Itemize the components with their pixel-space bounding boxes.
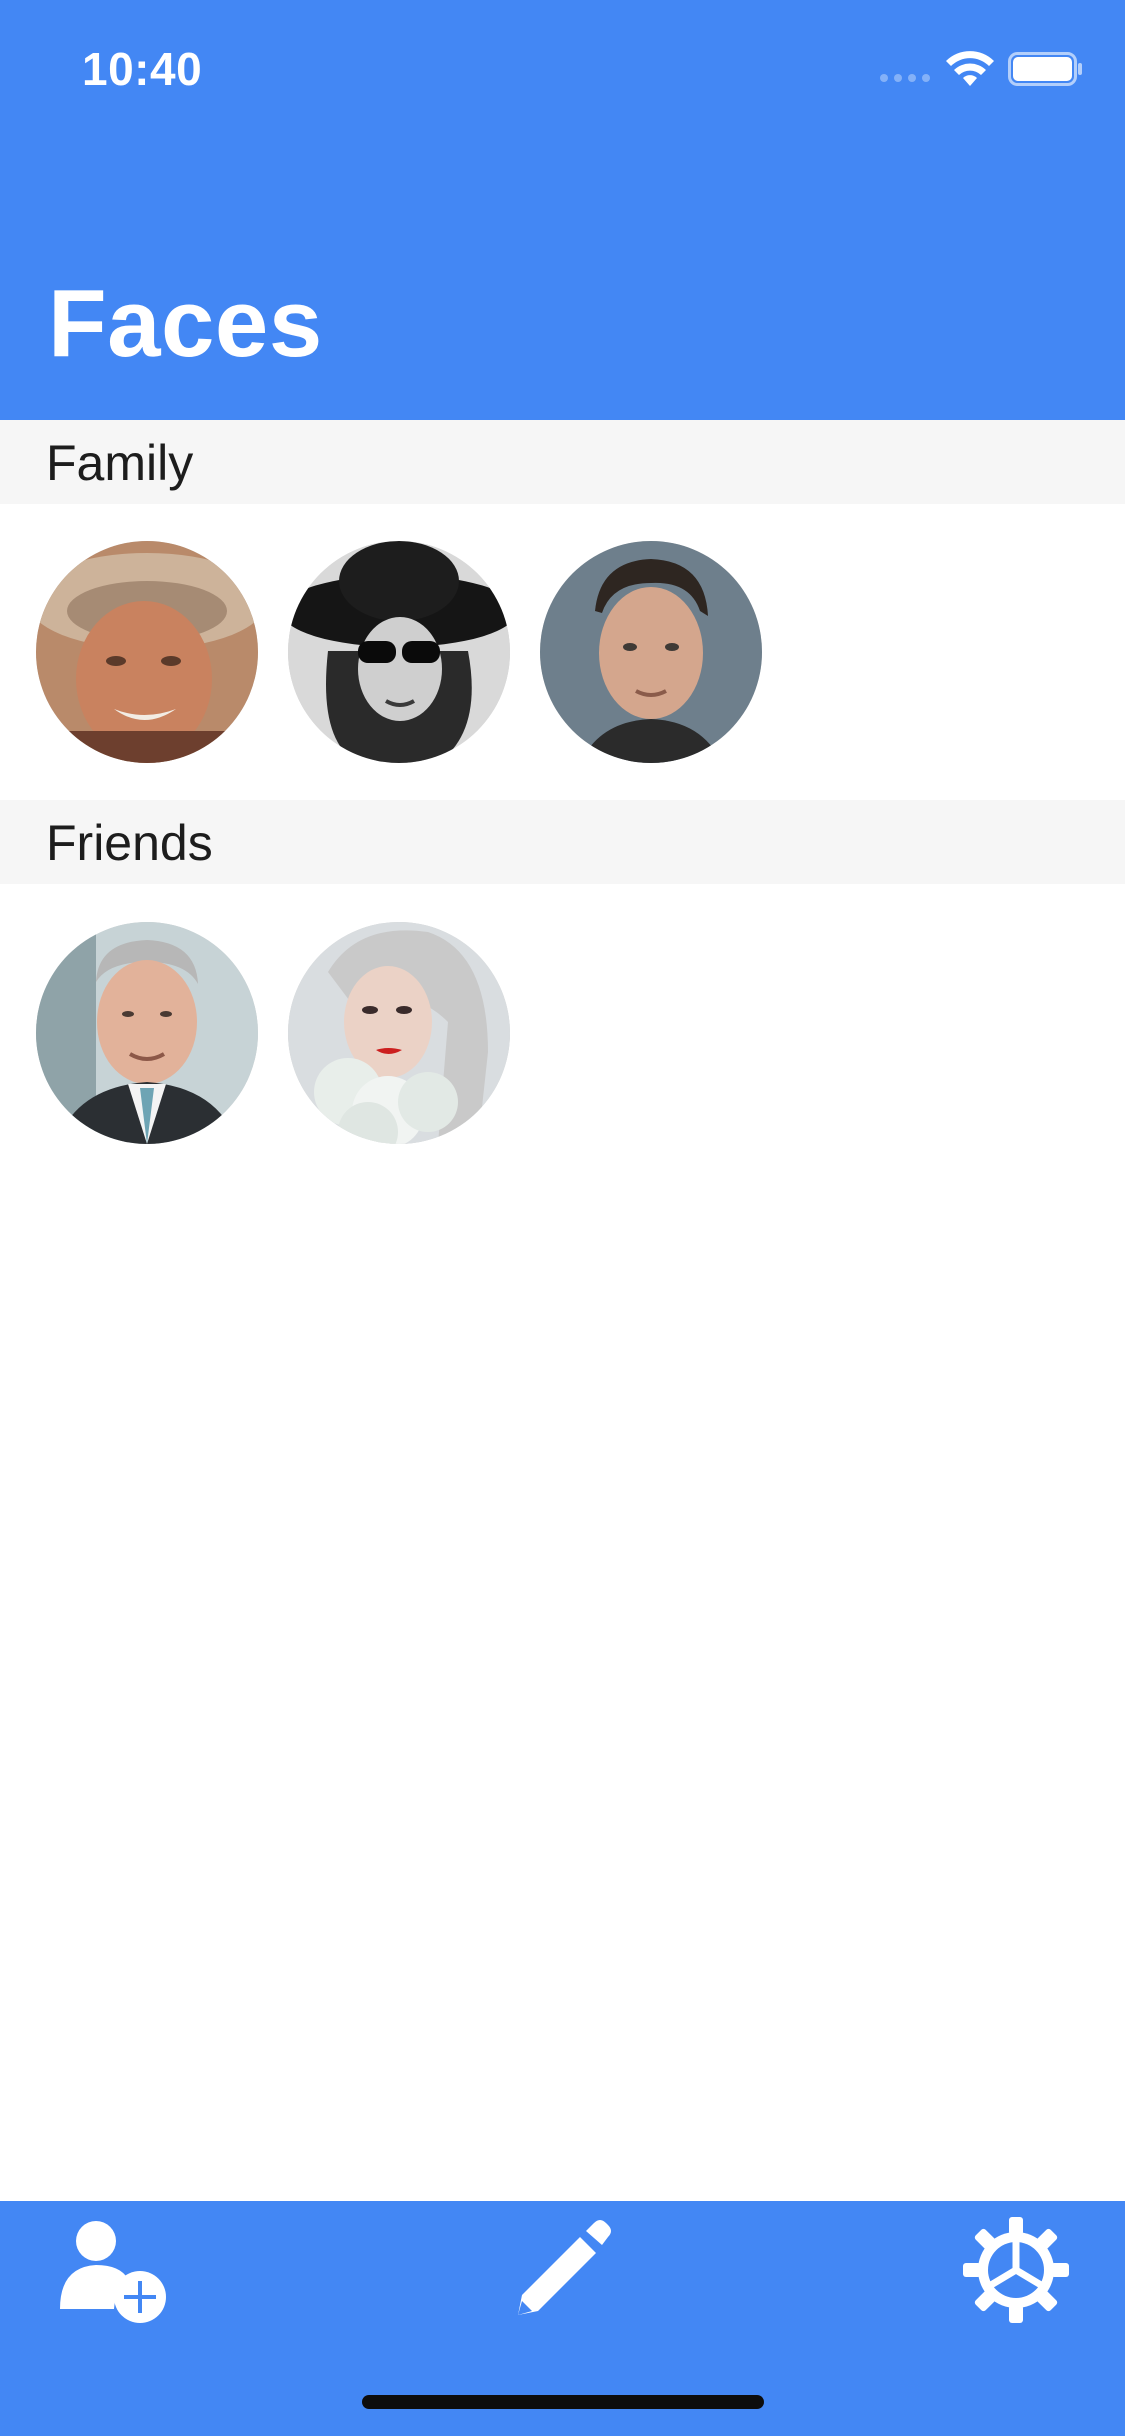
edit-button[interactable]: [512, 2217, 614, 2319]
add-person-button[interactable]: [58, 2217, 170, 2329]
cellular-signal-icon: [880, 74, 930, 82]
status-time: 10:40: [82, 43, 203, 95]
gear-icon: [963, 2217, 1069, 2323]
family-face-2-avatar[interactable]: [288, 541, 510, 763]
section-label: Friends: [46, 815, 213, 871]
section-header-family: Family: [0, 420, 1125, 504]
face-row-family: [0, 541, 1125, 765]
section-label: Family: [46, 435, 194, 491]
add-person-icon: [60, 2221, 166, 2323]
pencil-icon: [518, 2220, 611, 2315]
section-header-friends: Friends: [0, 800, 1125, 884]
friends-face-2-avatar[interactable]: [288, 922, 510, 1144]
wifi-icon: [946, 51, 994, 86]
battery-icon: [1008, 52, 1082, 86]
settings-button[interactable]: [963, 2217, 1069, 2323]
page-title: Faces: [48, 270, 323, 377]
family-face-1-avatar[interactable]: [36, 541, 258, 763]
navigation-header: 10:40 Faces: [0, 0, 1125, 420]
friends-face-1-avatar[interactable]: [36, 922, 258, 1144]
family-face-3-avatar[interactable]: [540, 541, 762, 763]
face-row-friends: [0, 922, 1125, 1146]
home-indicator[interactable]: [362, 2395, 764, 2409]
